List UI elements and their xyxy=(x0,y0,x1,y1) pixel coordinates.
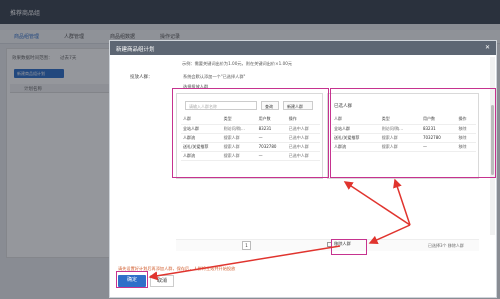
arrow-to-selected xyxy=(343,181,411,226)
arrow-to-confirm xyxy=(148,245,341,281)
annotation-arrows xyxy=(148,178,411,281)
arrow-to-selected-2 xyxy=(393,178,411,226)
arrow-to-remove xyxy=(368,224,411,245)
watermark: Bai du 经验 xyxy=(410,284,449,292)
